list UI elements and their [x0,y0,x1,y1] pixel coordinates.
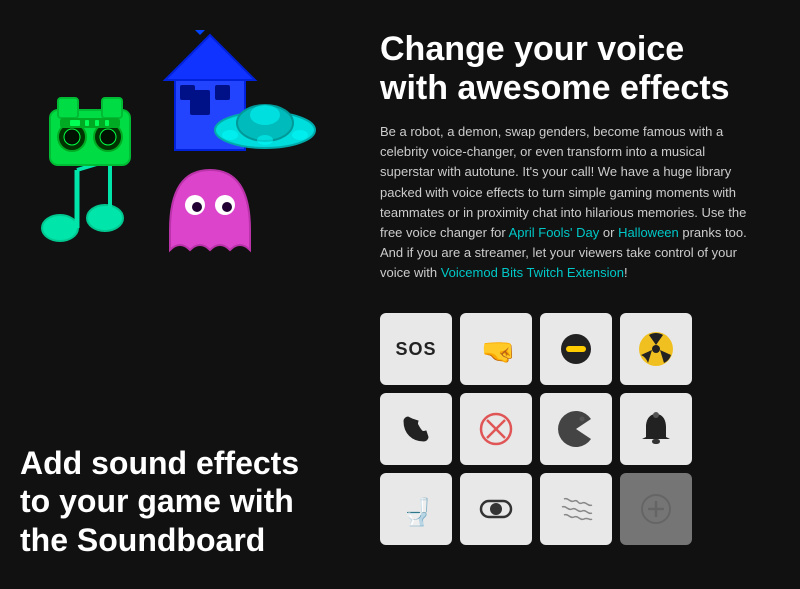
app-layout: Add sound effects to your game with the … [0,0,800,589]
soundboard-heading-area: Add sound effects to your game with the … [20,444,320,559]
description-text: Be a robot, a demon, swap genders, becom… [380,122,760,283]
radiation-icon [636,329,676,369]
illustration-area [20,30,340,270]
tile-plus[interactable] [620,473,692,545]
cancel-circle-icon [476,409,516,449]
phone-icon [396,409,436,449]
right-panel: Change your voice with awesome effects B… [360,0,800,589]
pac-man-icon [556,409,596,449]
sos-label: SOS [395,339,436,360]
bell-icon [636,409,676,449]
tile-record[interactable] [460,473,532,545]
tile-phone[interactable] [380,393,452,465]
main-heading: Change your voice with awesome effects [380,30,770,108]
record-button-icon [476,489,516,529]
tile-minus-circle[interactable] [540,313,612,385]
voice-section: Change your voice with awesome effects B… [380,30,770,283]
tile-sos[interactable]: SOS [380,313,452,385]
svg-text:🤜: 🤜 [481,336,516,367]
voicemod-bits-link[interactable]: Voicemod Bits Twitch Extension [441,265,624,280]
april-fools-link[interactable]: April Fools' Day [509,225,600,240]
tile-squiggle[interactable] [540,473,612,545]
plus-circle-dim-icon [636,489,676,529]
soundboard-grid: SOS 🤜 [380,313,770,545]
tile-cancel[interactable] [460,393,532,465]
tile-pac[interactable] [540,393,612,465]
tile-fist[interactable]: 🤜 [460,313,532,385]
tile-bell[interactable] [620,393,692,465]
left-panel: Add sound effects to your game with the … [0,0,360,589]
halloween-link[interactable]: Halloween [618,225,679,240]
squiggle-icon [556,489,596,529]
fist-icon: 🤜 [476,329,516,369]
soundboard-heading: Add sound effects to your game with the … [20,444,320,559]
minus-circle-icon [556,329,596,369]
svg-text:🚽: 🚽 [401,497,433,527]
tile-radiation[interactable] [620,313,692,385]
tile-toilet[interactable]: 🚽 [380,473,452,545]
toilet-icon: 🚽 [396,489,436,529]
